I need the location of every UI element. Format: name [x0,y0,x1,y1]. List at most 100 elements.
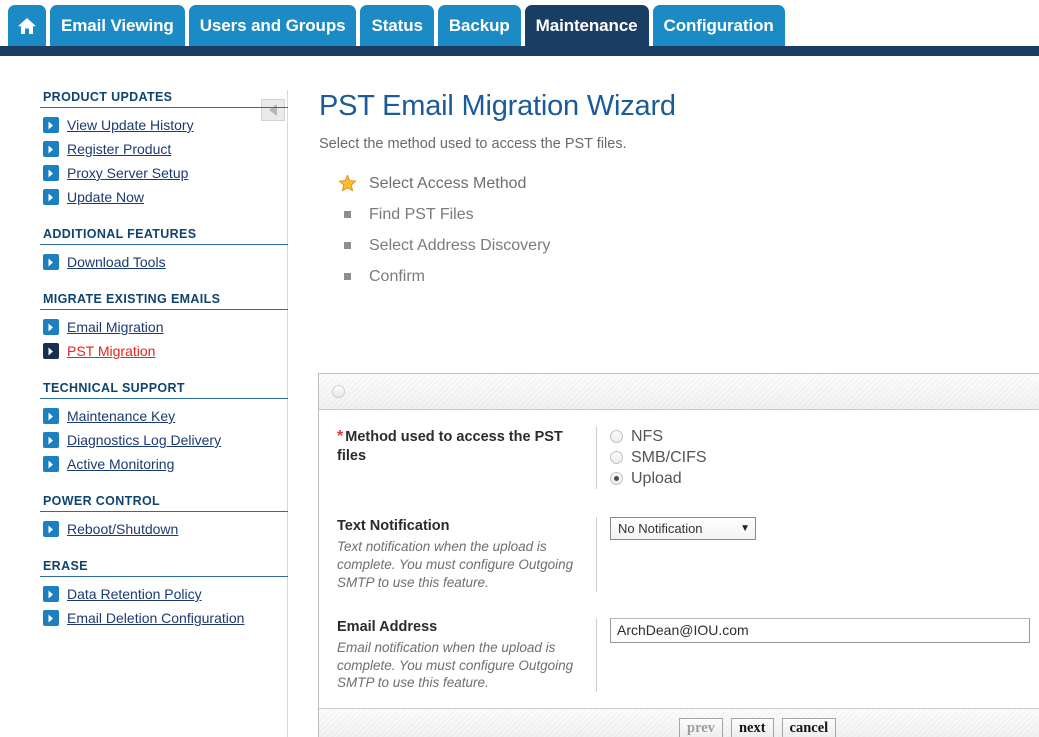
radio-label: NFS [631,427,663,445]
wizard-step-label: Find PST Files [369,205,474,223]
page-title: PST Email Migration Wizard [319,90,676,122]
form-label: * Method used to access the PST files [337,426,584,466]
text-notification-select[interactable]: No Notification ▼ [610,517,756,540]
sidebar-item-pst-migration[interactable]: PST Migration [40,339,288,363]
sidebar-item-proxy-server-setup[interactable]: Proxy Server Setup [40,161,288,185]
sidebar-section-additional-features: ADDITIONAL FEATURES Download Tools [40,227,288,274]
chevron-right-box-icon [43,189,59,205]
tab-maintenance[interactable]: Maintenance [524,5,649,46]
form-row-access-method: * Method used to access the PST files NFS… [319,410,1039,503]
wizard-step-label: Select Access Method [369,174,527,192]
main-pane: PST Email Migration Wizard Select the me… [317,90,1039,314]
sidebar-item-email-deletion-configuration[interactable]: Email Deletion Configuration [40,606,288,630]
sidebar-item-maintenance-key[interactable]: Maintenance Key [40,404,288,428]
tab-label: Configuration [663,16,774,35]
chevron-right-box-icon [43,610,59,626]
sidebar-item-label: Reboot/Shutdown [67,521,179,537]
app-window: Email Viewing Users and Groups Status Ba… [0,0,1039,737]
tab-home[interactable] [8,5,46,46]
sidebar-section-title: ERASE [40,559,288,577]
sidebar-item-label: Diagnostics Log Delivery [67,432,222,448]
tab-status[interactable]: Status [360,5,434,46]
bullet-icon [337,242,357,249]
form-control-cell: ArchDean@IOU.com [597,617,1039,693]
radio-option-nfs[interactable]: NFS [610,426,1039,447]
radio-label: SMB/CIFS [631,448,707,466]
sidebar-item-data-retention-policy[interactable]: Data Retention Policy [40,582,288,606]
form-label-cell: Text Notification Text notification when… [319,517,597,592]
chevron-right-box-icon [43,432,59,448]
sidebar-item-update-now[interactable]: Update Now [40,185,288,209]
sidebar-item-label: Proxy Server Setup [67,165,189,181]
sidebar-item-label: Email Migration [67,319,164,335]
sidebar-item-register-product[interactable]: Register Product [40,137,288,161]
radio-option-upload[interactable]: Upload [610,468,1039,489]
wizard-step-label: Select Address Discovery [369,236,551,254]
form-help-text: Email notification when the upload is co… [337,639,574,691]
tab-email-viewing[interactable]: Email Viewing [50,5,185,46]
next-button[interactable]: next [730,717,774,737]
radio-icon-selected[interactable] [610,472,623,485]
form-label-cell: * Method used to access the PST files [319,426,597,489]
chevron-right-box-icon [43,141,59,157]
sidebar-item-label: Maintenance Key [67,408,176,424]
sidebar-item-download-tools[interactable]: Download Tools [40,250,288,274]
page-subtitle: Select the method used to access the PST… [319,136,627,152]
radio-icon[interactable] [610,430,623,443]
form-row-text-notification: Text Notification Text notification when… [319,503,1039,604]
sidebar-item-label: Register Product [67,141,172,157]
panel-body: * Method used to access the PST files NFS… [319,410,1039,709]
form-control-cell: NFS SMB/CIFS Upload [597,426,1039,489]
required-marker: * [337,428,344,445]
page-content: PRODUCT UPDATES View Update History Regi… [0,56,1039,737]
sidebar-item-label: PST Migration [67,343,156,359]
sidebar-item-active-monitoring[interactable]: Active Monitoring [40,452,288,476]
sidebar-section-migrate-existing-emails: MIGRATE EXISTING EMAILS Email Migration … [40,292,288,363]
prev-button[interactable]: prev [679,717,723,737]
top-navigation-bar: Email Viewing Users and Groups Status Ba… [0,0,1039,56]
sidebar-item-email-migration[interactable]: Email Migration [40,315,288,339]
tab-configuration[interactable]: Configuration [652,5,785,46]
wizard-step-select-address-discovery[interactable]: Select Address Discovery [337,230,1039,261]
wizard-step-confirm[interactable]: Confirm [337,261,1039,292]
status-circle-icon [332,385,345,398]
chevron-right-box-icon [43,456,59,472]
star-icon [337,174,357,193]
tab-list: Email Viewing Users and Groups Status Ba… [8,5,785,46]
tab-backup[interactable]: Backup [437,5,521,46]
sidebar-item-label: View Update History [67,117,194,133]
form-label-text: Method used to access the PST files [337,429,563,465]
chevron-right-box-icon [43,165,59,181]
nav-underline [0,46,1039,56]
form-label: Email Address [337,618,438,635]
sidebar-item-view-update-history[interactable]: View Update History [40,113,288,137]
form-control-cell: No Notification ▼ [597,517,1039,592]
sidebar-item-reboot-shutdown[interactable]: Reboot/Shutdown [40,517,288,541]
sidebar-section-product-updates: PRODUCT UPDATES View Update History Regi… [40,90,288,209]
tab-label: Status [371,16,423,35]
radio-label: Upload [631,469,682,487]
radio-icon[interactable] [610,451,623,464]
form-label: Text Notification [337,518,450,534]
cancel-button[interactable]: cancel [781,717,837,737]
wizard-step-find-pst-files[interactable]: Find PST Files [337,199,1039,230]
wizard-step-label: Confirm [369,267,426,285]
radio-option-smb-cifs[interactable]: SMB/CIFS [610,447,1039,468]
chevron-right-box-icon [43,343,59,359]
wizard-step-select-access-method[interactable]: Select Access Method [337,168,1039,199]
sidebar-item-diagnostics-log-delivery[interactable]: Diagnostics Log Delivery [40,428,288,452]
email-address-input[interactable]: ArchDean@IOU.com [610,617,1030,643]
tab-users-and-groups[interactable]: Users and Groups [188,5,357,46]
sidebar-section-technical-support: TECHNICAL SUPPORT Maintenance Key Diagno… [40,381,288,476]
tab-label: Maintenance [535,16,638,35]
sidebar-item-label: Email Deletion Configuration [67,610,245,626]
home-icon [16,15,38,37]
chevron-right-box-icon [43,521,59,537]
form-row-email-address: Email Address Email notification when th… [319,604,1039,709]
tab-label: Backup [448,16,510,35]
form-label-cell: Email Address Email notification when th… [319,617,597,693]
